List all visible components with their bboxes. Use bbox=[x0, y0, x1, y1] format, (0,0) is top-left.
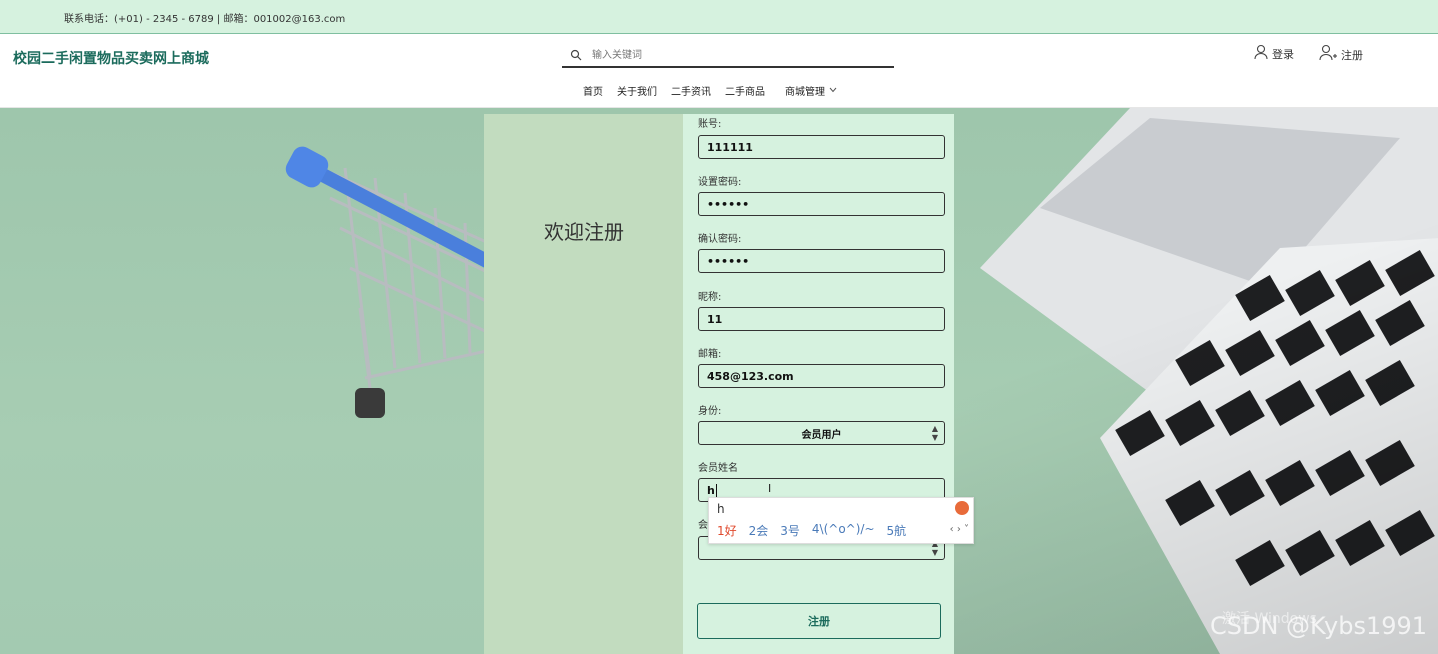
shopping-cart-image bbox=[285, 146, 500, 418]
welcome-panel bbox=[484, 114, 683, 654]
welcome-title: 欢迎注册 bbox=[544, 220, 624, 244]
next-field-label: 会 bbox=[698, 520, 708, 531]
laptop-shadow bbox=[940, 108, 1438, 654]
select-arrows-icon: ▲▼ bbox=[931, 424, 938, 442]
nav-item-admin-label: 商城管理 bbox=[785, 87, 825, 98]
ime-candidate[interactable]: 4\(^o^)/~ bbox=[812, 522, 875, 539]
email-label: 邮箱: bbox=[698, 349, 722, 360]
login-label: 登录 bbox=[1272, 47, 1294, 61]
ime-candidates: 1好 2会 3号 4\(^o^)/~ 5航 bbox=[717, 522, 906, 539]
nav-item-news[interactable]: 二手资讯 bbox=[671, 83, 711, 98]
search-bar bbox=[562, 44, 894, 68]
role-label: 身份: bbox=[698, 406, 722, 417]
member-name-label: 会员姓名 bbox=[698, 463, 738, 474]
contact-info: 联系电话：(+01) - 2345 - 6789 | 邮箱：001002@163… bbox=[64, 14, 346, 25]
text-cursor-icon: I bbox=[768, 482, 772, 495]
register-label: 注册 bbox=[1341, 48, 1363, 62]
ime-pager[interactable]: ‹ › ˅ bbox=[950, 524, 969, 535]
nav-item-admin[interactable]: 商城管理 bbox=[785, 83, 837, 98]
search-input[interactable] bbox=[590, 48, 884, 62]
text-caret bbox=[715, 483, 717, 497]
ime-candidate[interactable]: 2会 bbox=[749, 522, 769, 539]
password-label: 设置密码: bbox=[698, 177, 742, 188]
top-contact-bar: 联系电话：(+01) - 2345 - 6789 | 邮箱：001002@163… bbox=[0, 0, 1438, 34]
register-button[interactable]: 注册 bbox=[697, 603, 941, 639]
search-icon[interactable] bbox=[566, 49, 586, 61]
ime-candidate[interactable]: 5航 bbox=[887, 522, 907, 539]
nav-item-about[interactable]: 关于我们 bbox=[617, 83, 657, 98]
login-link[interactable]: 登录 bbox=[1253, 44, 1294, 63]
chevron-down-icon bbox=[829, 86, 837, 96]
ime-candidate[interactable]: 1好 bbox=[717, 522, 737, 539]
register-link[interactable]: 注册 bbox=[1318, 44, 1363, 65]
confirm-password-input[interactable]: •••••• bbox=[698, 249, 945, 273]
ime-candidate-popup: h 1好 2会 3号 4\(^o^)/~ 5航 ‹ › ˅ bbox=[708, 497, 974, 544]
nickname-label: 昵称: bbox=[698, 292, 722, 303]
account-label: 账号: bbox=[698, 119, 722, 130]
role-select[interactable]: 会员用户 ▲ ▼ bbox=[698, 421, 945, 445]
user-icon bbox=[1253, 44, 1269, 63]
nav-item-home[interactable]: 首页 bbox=[583, 83, 603, 98]
confirm-password-label: 确认密码: bbox=[698, 234, 742, 245]
account-input[interactable]: 111111 bbox=[698, 135, 945, 159]
site-title[interactable]: 校园二手闲置物品买卖网上商城 bbox=[13, 48, 209, 68]
nickname-input[interactable]: 11 bbox=[698, 307, 945, 331]
role-select-value: 会员用户 bbox=[801, 429, 842, 441]
ime-candidate[interactable]: 3号 bbox=[780, 522, 800, 539]
watermark: CSDN @Kybs1991 bbox=[1210, 612, 1428, 640]
member-name-value: h bbox=[707, 483, 715, 497]
main-nav: 首页 关于我们 二手资讯 二手商品 商城管理 bbox=[583, 83, 837, 98]
password-input[interactable]: •••••• bbox=[698, 192, 945, 216]
add-user-icon bbox=[1318, 44, 1338, 65]
ime-logo-icon bbox=[955, 501, 969, 515]
nav-item-products[interactable]: 二手商品 bbox=[725, 83, 765, 98]
email-input[interactable]: 458@123.com bbox=[698, 364, 945, 388]
ime-typed-text: h bbox=[717, 502, 725, 516]
site-header: 校园二手闲置物品买卖网上商城 登录 注册 首页 关于我们 二手资讯 二手商品 商… bbox=[0, 34, 1438, 109]
